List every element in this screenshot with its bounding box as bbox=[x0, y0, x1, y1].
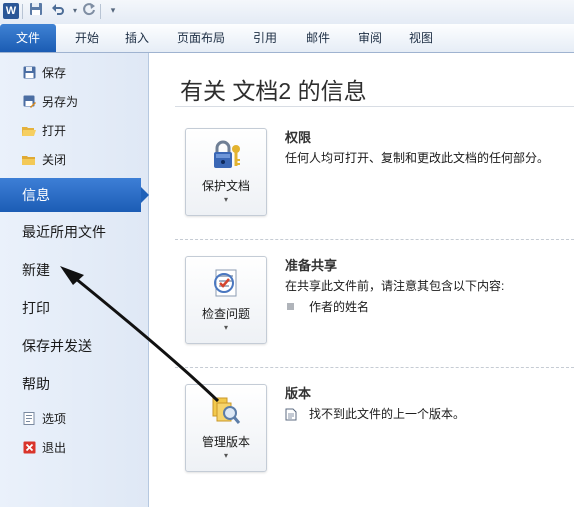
sidebar-item-info[interactable]: 信息 bbox=[0, 178, 149, 212]
section-permissions: 保护文档 ▾ 权限 任何人均可打开、复制和更改此文档的任何部分。 bbox=[149, 113, 574, 241]
tab-file[interactable]: 文件 bbox=[0, 24, 56, 52]
sidebar-item-recent[interactable]: 最近所用文件 bbox=[0, 215, 148, 249]
button-label: 保护文档 bbox=[201, 179, 250, 193]
options-icon bbox=[22, 412, 36, 426]
section-description: 找不到此文件的上一个版本。 bbox=[309, 407, 466, 421]
undo-icon[interactable] bbox=[49, 2, 67, 20]
open-folder-icon bbox=[22, 124, 36, 138]
sidebar-item-open[interactable]: 打开 bbox=[0, 118, 148, 144]
bullet-marker bbox=[287, 303, 294, 310]
exit-icon bbox=[22, 441, 36, 455]
chevron-down-icon: ▾ bbox=[223, 323, 228, 332]
sidebar-item-label: 保存 bbox=[42, 66, 67, 80]
section-heading: 权限 bbox=[285, 130, 312, 145]
sidebar-item-label: 关闭 bbox=[42, 153, 67, 167]
sidebar-item-help[interactable]: 帮助 bbox=[0, 367, 148, 401]
save-as-icon bbox=[22, 95, 36, 109]
redo-icon[interactable] bbox=[80, 2, 98, 20]
sidebar-item-exit[interactable]: 退出 bbox=[0, 435, 148, 461]
title-divider bbox=[175, 106, 574, 107]
button-label: 管理版本 bbox=[201, 435, 250, 449]
backstage-sidebar: 保存 另存为 打开 关闭 信息 最近所用文件 新建 打印 保存并发送 帮助 选项… bbox=[0, 53, 149, 507]
toolbar-separator bbox=[100, 4, 101, 19]
chevron-down-icon: ▾ bbox=[223, 195, 228, 204]
sidebar-item-save-send[interactable]: 保存并发送 bbox=[0, 329, 148, 363]
sidebar-item-close[interactable]: 关闭 bbox=[0, 147, 148, 173]
section-description: 在共享此文件前，请注意其包含以下内容: bbox=[285, 279, 505, 293]
sidebar-item-label: 选项 bbox=[42, 412, 67, 426]
sidebar-item-options[interactable]: 选项 bbox=[0, 406, 148, 432]
word-logo-icon[interactable]: W bbox=[3, 3, 19, 19]
tab-view[interactable]: 视图 bbox=[406, 24, 436, 52]
toolbar-separator bbox=[22, 4, 23, 19]
lock-keys-icon bbox=[210, 139, 242, 171]
tab-mailings[interactable]: 邮件 bbox=[303, 24, 333, 52]
check-issues-button[interactable]: 检查问题 ▾ bbox=[185, 256, 267, 344]
tab-review[interactable]: 审阅 bbox=[355, 24, 385, 52]
section-heading: 准备共享 bbox=[285, 258, 338, 273]
save-icon bbox=[22, 66, 36, 80]
section-description: 任何人均可打开、复制和更改此文档的任何部分。 bbox=[285, 151, 550, 165]
tab-insert[interactable]: 插入 bbox=[122, 24, 152, 52]
section-prepare-sharing: 检查问题 ▾ 准备共享 在共享此文件前，请注意其包含以下内容: 作者的姓名 bbox=[149, 241, 574, 369]
button-label: 检查问题 bbox=[201, 307, 250, 321]
tab-home[interactable]: 开始 bbox=[72, 24, 102, 52]
page-title: 有关 文档2 的信息 bbox=[180, 78, 367, 104]
quick-access-toolbar: W ▾ ▾ bbox=[0, 0, 574, 24]
tab-page-layout[interactable]: 页面布局 bbox=[175, 24, 227, 52]
bullet-text: 作者的姓名 bbox=[309, 300, 370, 314]
section-heading: 版本 bbox=[285, 386, 312, 401]
info-pane: 有关 文档2 的信息 保护文档 ▾ 权限 任何人均可打开、复制和更改此文档的任何 bbox=[149, 53, 574, 507]
manage-versions-button[interactable]: 管理版本 ▾ bbox=[185, 384, 267, 472]
checklist-icon bbox=[210, 267, 242, 299]
document-magnifier-icon bbox=[210, 395, 242, 427]
protect-document-button[interactable]: 保护文档 ▾ bbox=[185, 128, 267, 216]
tab-references[interactable]: 引用 bbox=[250, 24, 280, 52]
section-versions: 管理版本 ▾ 版本 找不到此文件的上一个版本。 bbox=[149, 369, 574, 497]
sidebar-item-label: 另存为 bbox=[42, 95, 79, 109]
document-icon bbox=[285, 406, 297, 421]
sidebar-item-print[interactable]: 打印 bbox=[0, 291, 148, 325]
save-icon[interactable] bbox=[27, 2, 45, 20]
chevron-down-icon: ▾ bbox=[223, 451, 228, 460]
sidebar-item-save-as[interactable]: 另存为 bbox=[0, 89, 148, 115]
customize-icon[interactable]: ▾ bbox=[104, 2, 122, 20]
sidebar-item-label: 退出 bbox=[42, 441, 67, 455]
ribbon-tab-bar: 文件 开始 插入 页面布局 引用 邮件 审阅 视图 bbox=[0, 24, 574, 53]
close-folder-icon bbox=[22, 153, 36, 167]
sidebar-item-label: 打开 bbox=[42, 124, 67, 138]
sidebar-item-new[interactable]: 新建 bbox=[0, 253, 148, 287]
sidebar-item-save[interactable]: 保存 bbox=[0, 60, 148, 86]
